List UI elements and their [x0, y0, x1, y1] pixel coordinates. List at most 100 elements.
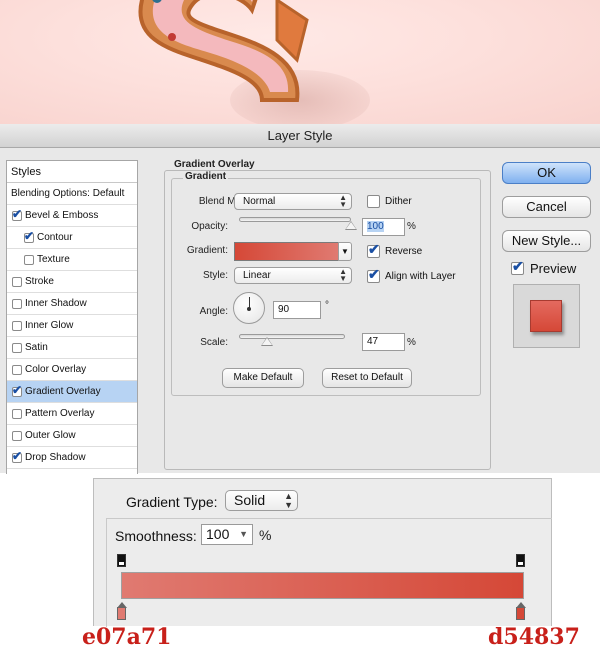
gradient-type-select[interactable]: Solid ▲ ▼: [225, 490, 298, 511]
style-item-label: Pattern Overlay: [25, 407, 95, 419]
style-item-texture[interactable]: Texture: [7, 249, 137, 271]
style-preview-thumbnail: [513, 284, 580, 348]
cancel-button[interactable]: Cancel: [502, 196, 591, 218]
drop-shadow-checkbox[interactable]: ✔: [12, 449, 22, 463]
blend-mode-select[interactable]: Normal ▲ ▼: [234, 193, 352, 210]
outer-glow-checkbox[interactable]: [12, 430, 22, 441]
style-item-label: Gradient Overlay: [25, 385, 101, 397]
style-item-label: Inner Shadow: [25, 297, 87, 309]
reverse-option[interactable]: ✔ Reverse: [367, 242, 422, 258]
style-select[interactable]: Linear ▲ ▼: [234, 267, 352, 284]
scale-label: Scale:: [200, 337, 228, 348]
style-preview-swatch: [530, 300, 562, 332]
scale-slider-thumb[interactable]: [261, 337, 273, 346]
style-item-label: Satin: [25, 341, 48, 353]
style-item-label: Color Overlay: [25, 363, 87, 375]
dialog-title: Layer Style: [0, 124, 600, 148]
style-item-outer-glow[interactable]: Outer Glow: [7, 425, 137, 447]
styles-header[interactable]: Styles: [7, 161, 137, 183]
angle-label: Angle:: [199, 306, 228, 317]
dither-label: Dither: [385, 196, 412, 207]
blending-options-label: Blending Options: Default: [11, 187, 125, 199]
style-item-contour[interactable]: ✔ Contour: [7, 227, 137, 249]
new-style-button[interactable]: New Style...: [502, 230, 591, 252]
style-value: Linear: [243, 270, 271, 281]
ok-button[interactable]: OK: [502, 162, 591, 184]
color-overlay-checkbox[interactable]: [12, 364, 22, 375]
smoothness-label: Smoothness:: [115, 528, 197, 544]
dither-checkbox[interactable]: [367, 195, 380, 208]
style-item-inner-glow[interactable]: Inner Glow: [7, 315, 137, 337]
make-default-button[interactable]: Make Default: [222, 368, 304, 388]
satin-checkbox[interactable]: [12, 342, 22, 353]
gradient-type-label: Gradient Type:: [124, 494, 220, 510]
gradient-overlay-checkbox[interactable]: ✔: [12, 383, 22, 397]
checkmark-icon: ✔: [12, 448, 23, 463]
gradient-section-title: Gradient: [183, 171, 229, 182]
blending-options-item[interactable]: Blending Options: Default: [7, 183, 137, 205]
style-item-label: Contour: [37, 231, 73, 243]
select-arrows-icon: ▲ ▼: [339, 267, 347, 283]
checkmark-icon: ✔: [368, 266, 380, 282]
styles-list: Styles Blending Options: Default ✔ Bevel…: [6, 160, 138, 474]
smoothness-input[interactable]: 100 ▼: [201, 524, 253, 545]
angle-value: 90: [278, 304, 290, 315]
cookie-artwork: [0, 0, 600, 124]
gradient-picker-button[interactable]: ▼: [338, 242, 352, 261]
texture-checkbox[interactable]: [24, 254, 34, 265]
gradient-swatch[interactable]: [234, 242, 339, 261]
opacity-stop-left[interactable]: [117, 554, 126, 567]
style-item-drop-shadow[interactable]: ✔ Drop Shadow: [7, 447, 137, 469]
cookie-letter-image: [138, 0, 309, 102]
gradient-type-value: Solid: [234, 492, 266, 508]
gradient-overlay-panel: Gradient Overlay Gradient Blend Mode: No…: [155, 159, 491, 480]
style-item-label: Texture: [37, 253, 70, 265]
style-item-pattern-overlay[interactable]: Pattern Overlay: [7, 403, 137, 425]
opacity-value: 100: [367, 221, 384, 232]
opacity-stop-right[interactable]: [516, 554, 525, 567]
style-item-satin[interactable]: Satin: [7, 337, 137, 359]
dither-option[interactable]: Dither: [367, 195, 412, 208]
preview-option[interactable]: ✔ Preview: [511, 259, 576, 276]
pattern-overlay-checkbox[interactable]: [12, 408, 22, 419]
opacity-label: Opacity:: [191, 221, 228, 232]
align-with-layer-option[interactable]: ✔ Align with Layer: [367, 266, 456, 283]
select-arrows-icon: ▲ ▼: [339, 193, 347, 209]
style-item-label: Outer Glow: [25, 429, 76, 441]
reverse-checkbox[interactable]: ✔: [367, 242, 380, 258]
layer-style-dialog: Layer Style Styles Blending Options: Def…: [0, 124, 600, 474]
angle-unit: °: [325, 300, 329, 311]
gradient-bar[interactable]: [121, 572, 524, 599]
style-item-bevel-emboss[interactable]: ✔ Bevel & Emboss: [7, 205, 137, 227]
align-with-layer-checkbox[interactable]: ✔: [367, 266, 380, 283]
opacity-input[interactable]: 100: [362, 218, 405, 236]
scale-unit: %: [407, 337, 416, 348]
inner-glow-checkbox[interactable]: [12, 320, 22, 331]
reset-to-default-button[interactable]: Reset to Default: [322, 368, 412, 388]
opacity-slider[interactable]: [239, 217, 351, 222]
inner-shadow-checkbox[interactable]: [12, 298, 22, 309]
gradient-editor-divider: [106, 518, 552, 519]
style-item-stroke[interactable]: Stroke: [7, 271, 137, 293]
opacity-slider-thumb[interactable]: [345, 221, 357, 230]
style-item-gradient-overlay[interactable]: ✔ Gradient Overlay: [7, 381, 137, 403]
smoothness-value: 100: [206, 526, 230, 542]
bevel-emboss-checkbox[interactable]: ✔: [12, 207, 22, 221]
style-item-label: Inner Glow: [25, 319, 74, 331]
contour-checkbox[interactable]: ✔: [24, 229, 34, 243]
blend-mode-value: Normal: [243, 196, 276, 207]
checkmark-icon: ✔: [12, 206, 23, 221]
color-stop-right[interactable]: [516, 602, 526, 620]
preview-checkbox[interactable]: ✔: [511, 259, 524, 275]
color-stop-left[interactable]: [117, 602, 127, 620]
scale-slider[interactable]: [239, 334, 345, 339]
angle-dial[interactable]: [233, 292, 265, 324]
gradient-label: Gradient:: [186, 245, 228, 256]
gradient-frame: [171, 178, 481, 396]
angle-input[interactable]: 90: [273, 301, 321, 319]
style-item-label: Drop Shadow: [25, 451, 86, 463]
style-item-color-overlay[interactable]: Color Overlay: [7, 359, 137, 381]
style-item-inner-shadow[interactable]: Inner Shadow: [7, 293, 137, 315]
scale-input[interactable]: 47: [362, 333, 405, 351]
stroke-checkbox[interactable]: [12, 276, 22, 287]
